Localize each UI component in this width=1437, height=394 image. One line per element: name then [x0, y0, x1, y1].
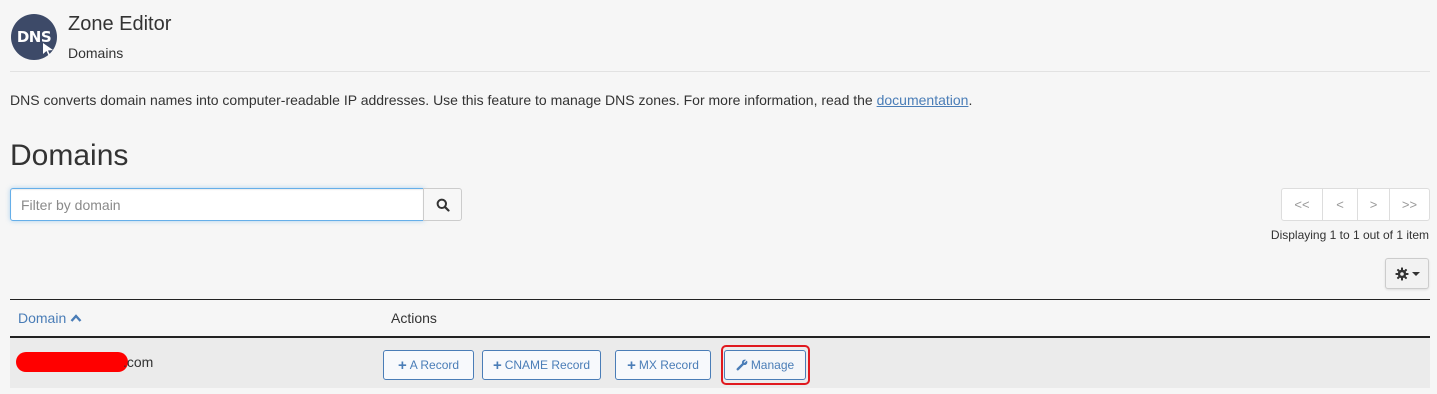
manage-label: Manage	[750, 358, 795, 372]
redacted-domain-mask	[16, 352, 128, 372]
search-input[interactable]	[10, 188, 424, 221]
add-mx-record-button[interactable]: + MX Record	[615, 350, 711, 380]
pager-last-button[interactable]: >>	[1389, 188, 1430, 221]
search-button[interactable]	[423, 188, 462, 221]
plus-icon: +	[627, 356, 636, 374]
app-title: Zone Editor	[68, 13, 172, 35]
pager-prev-button[interactable]: <	[1322, 188, 1358, 221]
chevron-down-icon	[1411, 271, 1420, 276]
settings-dropdown-button[interactable]	[1385, 258, 1429, 289]
gear-icon	[1395, 267, 1408, 280]
a-record-label: A Record	[409, 358, 460, 372]
mx-record-label: MX Record	[638, 358, 699, 372]
section-title: Domains	[10, 139, 129, 172]
pointer-icon	[43, 43, 53, 56]
documentation-link[interactable]: documentation	[877, 92, 969, 108]
intro-body: DNS converts domain names into computer-…	[10, 92, 877, 108]
column-header-actions: Actions	[391, 310, 437, 326]
intro-text: DNS converts domain names into computer-…	[10, 92, 972, 108]
page-header: DNS Zone Editor Domains	[0, 0, 1437, 72]
wrench-icon	[736, 359, 748, 371]
plus-icon: +	[397, 356, 407, 374]
domains-table: Domain Actions .com + A Record + CNAME R…	[10, 299, 1430, 388]
add-a-record-button[interactable]: + A Record	[383, 350, 474, 380]
search-group	[10, 188, 462, 221]
column-header-domain[interactable]: Domain	[18, 310, 82, 326]
search-icon	[436, 198, 450, 212]
pager-info: Displaying 1 to 1 out of 1 item	[1270, 228, 1429, 242]
add-cname-record-button[interactable]: + CNAME Record	[482, 350, 601, 380]
domain-name: .com	[123, 354, 154, 370]
pager-first-button[interactable]: <<	[1281, 188, 1323, 221]
chevron-up-icon	[70, 314, 82, 322]
app-subtitle: Domains	[68, 45, 124, 61]
cname-record-label: CNAME Record	[504, 358, 591, 372]
pager-next-button[interactable]: >	[1357, 188, 1390, 221]
manage-button[interactable]: Manage	[724, 350, 806, 380]
table-row: .com + A Record + CNAME Record + MX Reco…	[10, 338, 1430, 388]
pagination: << < > >>	[1281, 188, 1430, 221]
header-divider	[10, 71, 1430, 72]
table-header: Domain Actions	[10, 299, 1430, 338]
plus-icon: +	[492, 356, 502, 374]
intro-suffix: .	[968, 92, 973, 108]
column-domain-label: Domain	[18, 310, 67, 326]
dns-logo: DNS	[11, 14, 57, 60]
